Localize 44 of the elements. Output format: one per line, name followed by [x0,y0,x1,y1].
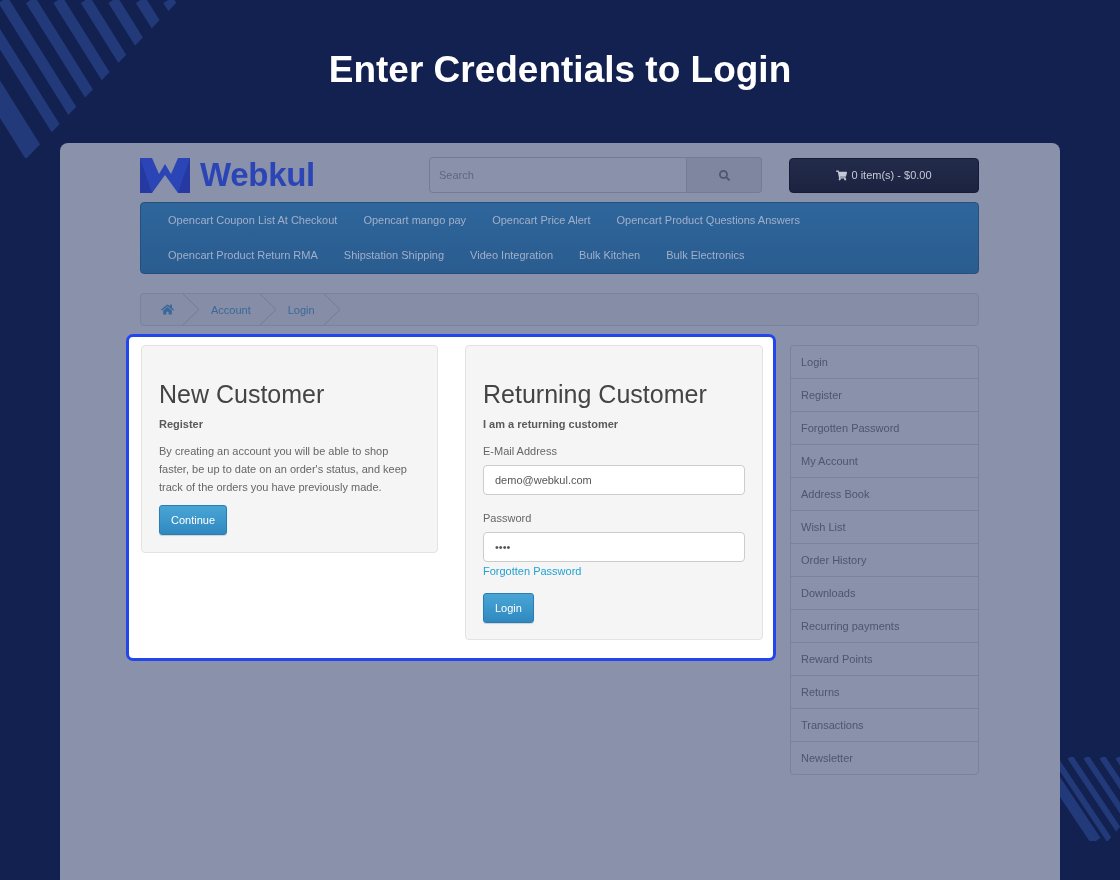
panel-subtitle: Register [159,417,204,432]
cart-button[interactable]: 0 item(s) - $0.00 [789,157,979,193]
search-icon [718,169,730,181]
logo-text: Webkul [200,157,315,193]
account-menu-item[interactable]: My Account [791,445,978,478]
account-menu-item[interactable]: Transactions [791,709,978,742]
account-menu-item[interactable]: Newsletter [791,742,978,774]
home-icon [161,303,174,316]
account-menu-item[interactable]: Recurring payments [791,610,978,643]
menu-link[interactable]: Opencart Price Alert [479,203,604,238]
menu-link[interactable]: Video Integration [457,238,567,273]
account-menu-item[interactable]: Order History [791,544,978,577]
cart-icon [836,169,848,181]
menu-link[interactable]: Opencart Coupon List At Checkout [155,203,351,238]
email-field[interactable]: demo@webkul.com [483,465,745,495]
search-button[interactable] [687,157,762,193]
panel-subtitle: I am a returning customer [483,417,619,432]
account-menu-item[interactable]: Login [791,346,978,379]
account-menu-item[interactable]: Wish List [791,511,978,544]
menu-link[interactable]: Bulk Electronics [653,238,758,273]
logo-icon [140,157,190,193]
account-menu-item[interactable]: Returns [791,676,978,709]
account-menu-item[interactable]: Address Book [791,478,978,511]
menu-link[interactable]: Shipstation Shipping [330,238,458,273]
password-field[interactable]: •••• [483,532,745,562]
breadcrumb-link[interactable]: Login [275,294,324,325]
menu-link[interactable]: Opencart mango pay [350,203,480,238]
account-menu-item[interactable]: Register [791,379,978,412]
account-menu-item[interactable]: Downloads [791,577,978,610]
account-menu-item[interactable]: Reward Points [791,643,978,676]
page-heading: Enter Credentials to Login [328,48,792,92]
panel-title: New Customer [159,380,325,408]
forgotten-password-link[interactable]: Forgotten Password [483,562,582,580]
menu-link[interactable]: Opencart Product Return RMA [155,238,331,273]
login-button[interactable]: Login [483,593,534,623]
continue-button[interactable]: Continue [159,505,228,535]
panel-description: By creating an account you will be able to shop faster, be up to date on an order's status, and keep track of the orders you have previously made. [159,444,408,495]
account-menu-item[interactable]: Forgotten Password [791,412,978,445]
field-label: E-Mail Address [483,444,557,459]
breadcrumb-link[interactable]: Account [199,294,260,325]
menu-link[interactable]: Bulk Kitchen [566,238,654,273]
panel-title: Returning Customer [483,380,707,408]
field-label: Password [483,511,532,526]
menu-link[interactable]: Opencart Product Questions Answers [603,203,813,238]
